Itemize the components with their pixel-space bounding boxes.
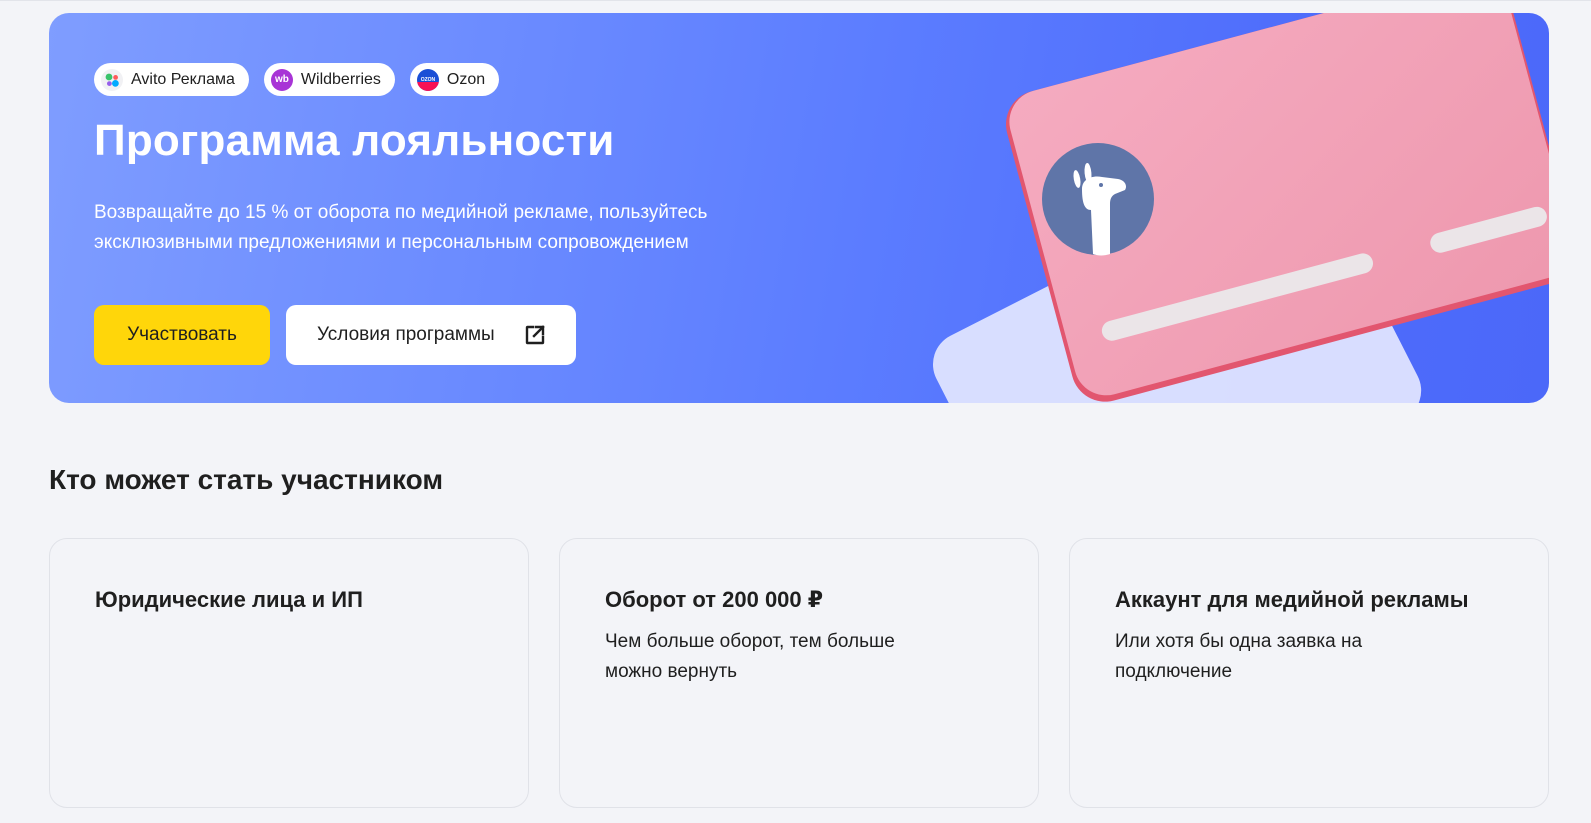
wildberries-badge: wb Wildberries	[263, 63, 395, 96]
requirement-card-text: Чем больше оборот, тем больше можно верн…	[605, 631, 895, 682]
requirement-card-media-account: Аккаунт для медийной рекламы Или хотя бы…	[1069, 538, 1549, 808]
requirement-card-title: Юридические лица и ИП	[95, 587, 363, 612]
hero-title: Программа лояльности	[94, 116, 615, 165]
program-terms-label: Условия программы	[317, 324, 495, 345]
requirement-card-legal-entities: Юридические лица и ИП	[49, 538, 529, 808]
mascot-circle	[1042, 143, 1154, 256]
wildberries-logo-text: wb	[274, 74, 289, 85]
ozon-badge-label: Ozon	[446, 70, 486, 88]
ozon-logo-icon: OZON	[416, 68, 439, 91]
requirement-card-title: Оборот от 200 000 ₽	[605, 587, 824, 612]
avito-badge-label: Avito Реклама	[131, 70, 235, 88]
hero-description: Возвращайте до 15 % от оборота по медийн…	[94, 202, 708, 253]
loyalty-hero-banner: Avito Реклама wb Wildberries OZON Ozon П…	[49, 13, 1549, 403]
wildberries-badge-label: Wildberries	[300, 70, 381, 88]
program-terms-button[interactable]: Условия программы	[286, 305, 576, 365]
top-divider	[0, 0, 1591, 1]
participate-button[interactable]: Участвовать	[94, 305, 270, 365]
ozon-badge: OZON Ozon	[409, 63, 500, 96]
wildberries-logo-icon: wb	[270, 68, 293, 91]
avito-logo-icon	[101, 68, 123, 91]
front-card	[1005, 13, 1549, 402]
avito-badge: Avito Реклама	[94, 63, 249, 96]
external-link-icon	[524, 324, 546, 346]
requirement-card-turnover: Оборот от 200 000 ₽ Чем больше оборот, т…	[559, 538, 1039, 808]
requirement-card-text: Или хотя бы одна заявка на подключение	[1115, 631, 1363, 682]
requirement-card-title: Аккаунт для медийной рекламы	[1115, 587, 1469, 612]
ozon-logo-text: OZON	[420, 76, 436, 83]
platform-badges: Avito Реклама wb Wildberries OZON Ozon	[94, 63, 500, 96]
participants-section-title: Кто может стать участником	[49, 464, 444, 495]
back-card	[932, 166, 1422, 403]
